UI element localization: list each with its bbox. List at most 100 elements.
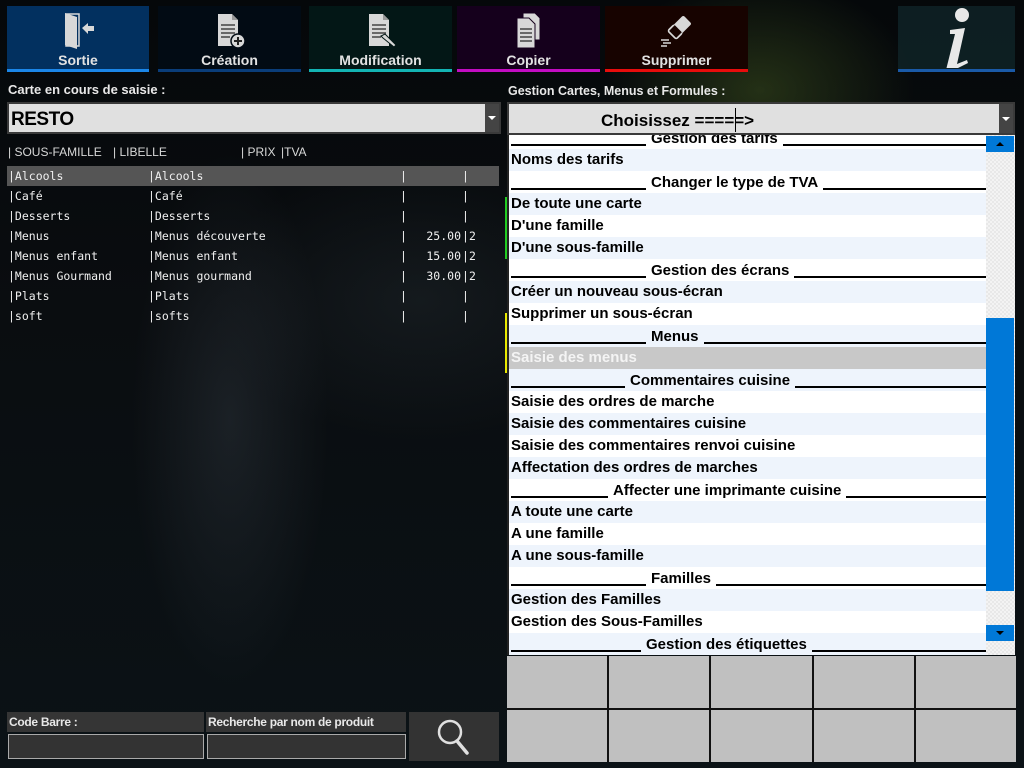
text-caret <box>735 108 736 132</box>
cell-sous-famille: |Menus Gourmand <box>8 269 112 283</box>
menu-item[interactable]: Créer un nouveau sous-écran <box>509 281 986 303</box>
search-button[interactable] <box>409 712 499 761</box>
cell-sous-famille: |Alcools <box>8 169 64 183</box>
menu-item[interactable]: De toute une carte <box>509 193 986 215</box>
header-rule <box>795 376 986 388</box>
menu-section-header[interactable]: Changer le type de TVA <box>509 171 986 193</box>
table-row[interactable]: |Plats |Plats | | <box>7 286 499 306</box>
grid-action-button[interactable] <box>813 656 914 708</box>
header-rule <box>846 486 986 498</box>
table-row[interactable]: |Menus Gourmand |Menus gourmand | 30.00 | 2 <box>7 266 499 286</box>
menu-item[interactable]: Saisie des ordres de marche <box>509 391 986 413</box>
col-header-prix[interactable]: | PRIX <box>241 145 275 159</box>
col-header-libelle[interactable]: | LIBELLE <box>113 145 167 159</box>
chevron-down-icon[interactable] <box>999 104 1013 133</box>
carte-select[interactable]: RESTO <box>7 102 501 134</box>
table-row[interactable]: |Café |Café | | <box>7 186 499 206</box>
header-rule <box>511 486 608 498</box>
gestion-menu-list[interactable]: Gestion des tarifs Noms des tarifs Changer… <box>507 135 986 655</box>
scroll-thumb[interactable] <box>986 318 1014 591</box>
creation-button[interactable]: Création <box>158 6 301 72</box>
menu-item[interactable]: A une famille <box>509 523 986 545</box>
table-row[interactable]: |Desserts |Desserts | | <box>7 206 499 226</box>
table-row[interactable]: |Menus enfant |Menus enfant | 15.00 | 2 <box>7 246 499 266</box>
table-row[interactable]: |soft |softs | | <box>7 306 499 326</box>
menu-item[interactable]: D'une sous-famille <box>509 237 986 259</box>
col-header-sous-famille[interactable]: | SOUS-FAMILLE <box>8 145 102 159</box>
menu-item[interactable]: Gestion des Familles <box>509 589 986 611</box>
cell-sous-famille: |soft <box>8 309 43 323</box>
menu-section-header[interactable]: Familles <box>509 567 986 589</box>
menu-item-label: Saisie des menus <box>511 349 637 366</box>
supprimer-button[interactable]: Supprimer <box>605 6 748 72</box>
menu-scrollbar[interactable] <box>986 135 1015 655</box>
menu-item-label: De toute une carte <box>511 195 642 212</box>
sortie-button[interactable]: Sortie <box>7 6 149 72</box>
menu-item-label: D'une famille <box>511 217 604 234</box>
cell-separator: | <box>400 189 407 203</box>
copier-label: Copier <box>506 52 551 68</box>
scroll-up-icon[interactable] <box>986 136 1014 152</box>
info-button[interactable] <box>898 6 1015 72</box>
document-add-icon <box>210 12 250 50</box>
grid-action-button[interactable] <box>507 656 608 708</box>
copier-accent-bar <box>457 69 600 72</box>
cell-tva: 2 <box>469 249 476 263</box>
grid-action-button[interactable] <box>507 710 608 762</box>
menu-section-title: Affecter une imprimante cuisine <box>613 482 842 499</box>
menu-section-header[interactable]: Gestion des étiquettes <box>509 633 986 655</box>
sous-famille-grid[interactable]: |Alcools |Alcools | | |Café |Café | | |Desserts |… <box>7 166 499 326</box>
menu-item[interactable]: Saisie des menus <box>509 347 986 369</box>
barcode-input[interactable] <box>8 734 204 759</box>
menu-item[interactable]: Affectation des ordres de marches <box>509 457 986 479</box>
grid-action-button[interactable] <box>915 710 1016 762</box>
modification-label: Modification <box>339 52 422 68</box>
menu-section-header[interactable]: Commentaires cuisine <box>509 369 986 391</box>
menu-section-header[interactable]: Affecter une imprimante cuisine <box>509 479 986 501</box>
grid-action-button[interactable] <box>915 656 1016 708</box>
product-search-label: Recherche par nom de produit <box>206 712 406 732</box>
menu-item[interactable]: D'une famille <box>509 215 986 237</box>
menu-item[interactable]: Gestion des Sous-Familles <box>509 611 986 633</box>
menu-item[interactable]: Noms des tarifs <box>509 149 986 171</box>
header-rule <box>511 135 646 146</box>
table-row[interactable]: |Alcools |Alcools | | <box>7 166 499 186</box>
cell-separator: | <box>400 209 407 223</box>
product-search-input[interactable] <box>207 734 406 759</box>
menu-section-header[interactable]: Gestion des écrans <box>509 259 986 281</box>
cell-libelle: |Alcools <box>148 169 204 183</box>
cell-prix: 25.00 <box>426 229 461 243</box>
menu-item[interactable]: A une sous-famille <box>509 545 986 567</box>
copier-button[interactable]: Copier <box>457 6 600 72</box>
supprimer-label: Supprimer <box>641 52 712 68</box>
cell-separator: | <box>462 249 469 263</box>
table-row[interactable]: |Menus |Menus découverte | 25.00 | 2 <box>7 226 499 246</box>
info-icon <box>937 4 977 68</box>
menu-section-header[interactable]: Gestion des tarifs <box>509 135 986 149</box>
gestion-select[interactable]: Choisissez =====> <box>507 102 1015 135</box>
supprimer-accent-bar <box>605 69 748 72</box>
grid-action-button[interactable] <box>813 710 914 762</box>
chevron-down-icon[interactable] <box>485 104 499 132</box>
cell-separator: | <box>400 269 407 283</box>
scroll-down-icon[interactable] <box>986 625 1014 641</box>
menu-item[interactable]: Supprimer un sous-écran <box>509 303 986 325</box>
col-header-tva[interactable]: |TVA <box>281 145 307 159</box>
menu-item[interactable]: Saisie des commentaires renvoi cuisine <box>509 435 986 457</box>
menu-section-title: Commentaires cuisine <box>630 372 791 389</box>
grid-action-button[interactable] <box>711 656 812 708</box>
grid-action-button[interactable] <box>711 710 812 762</box>
cell-libelle: |Menus enfant <box>148 249 239 263</box>
grid-action-button[interactable] <box>609 710 710 762</box>
menu-item[interactable]: Saisie des commentaires cuisine <box>509 413 986 435</box>
menu-item-label: Saisie des commentaires renvoi cuisine <box>511 437 796 454</box>
cell-libelle: |softs <box>148 309 190 323</box>
menu-section-header[interactable]: Menus <box>509 325 986 347</box>
modification-button[interactable]: Modification <box>309 6 452 72</box>
menu-section-title: Familles <box>651 570 712 587</box>
menu-item[interactable]: A toute une carte <box>509 501 986 523</box>
grid-action-button[interactable] <box>609 656 710 708</box>
menu-item-label: Créer un nouveau sous-écran <box>511 283 723 300</box>
cell-separator: | <box>462 209 469 223</box>
menu-item-label: Gestion des Familles <box>511 591 662 608</box>
